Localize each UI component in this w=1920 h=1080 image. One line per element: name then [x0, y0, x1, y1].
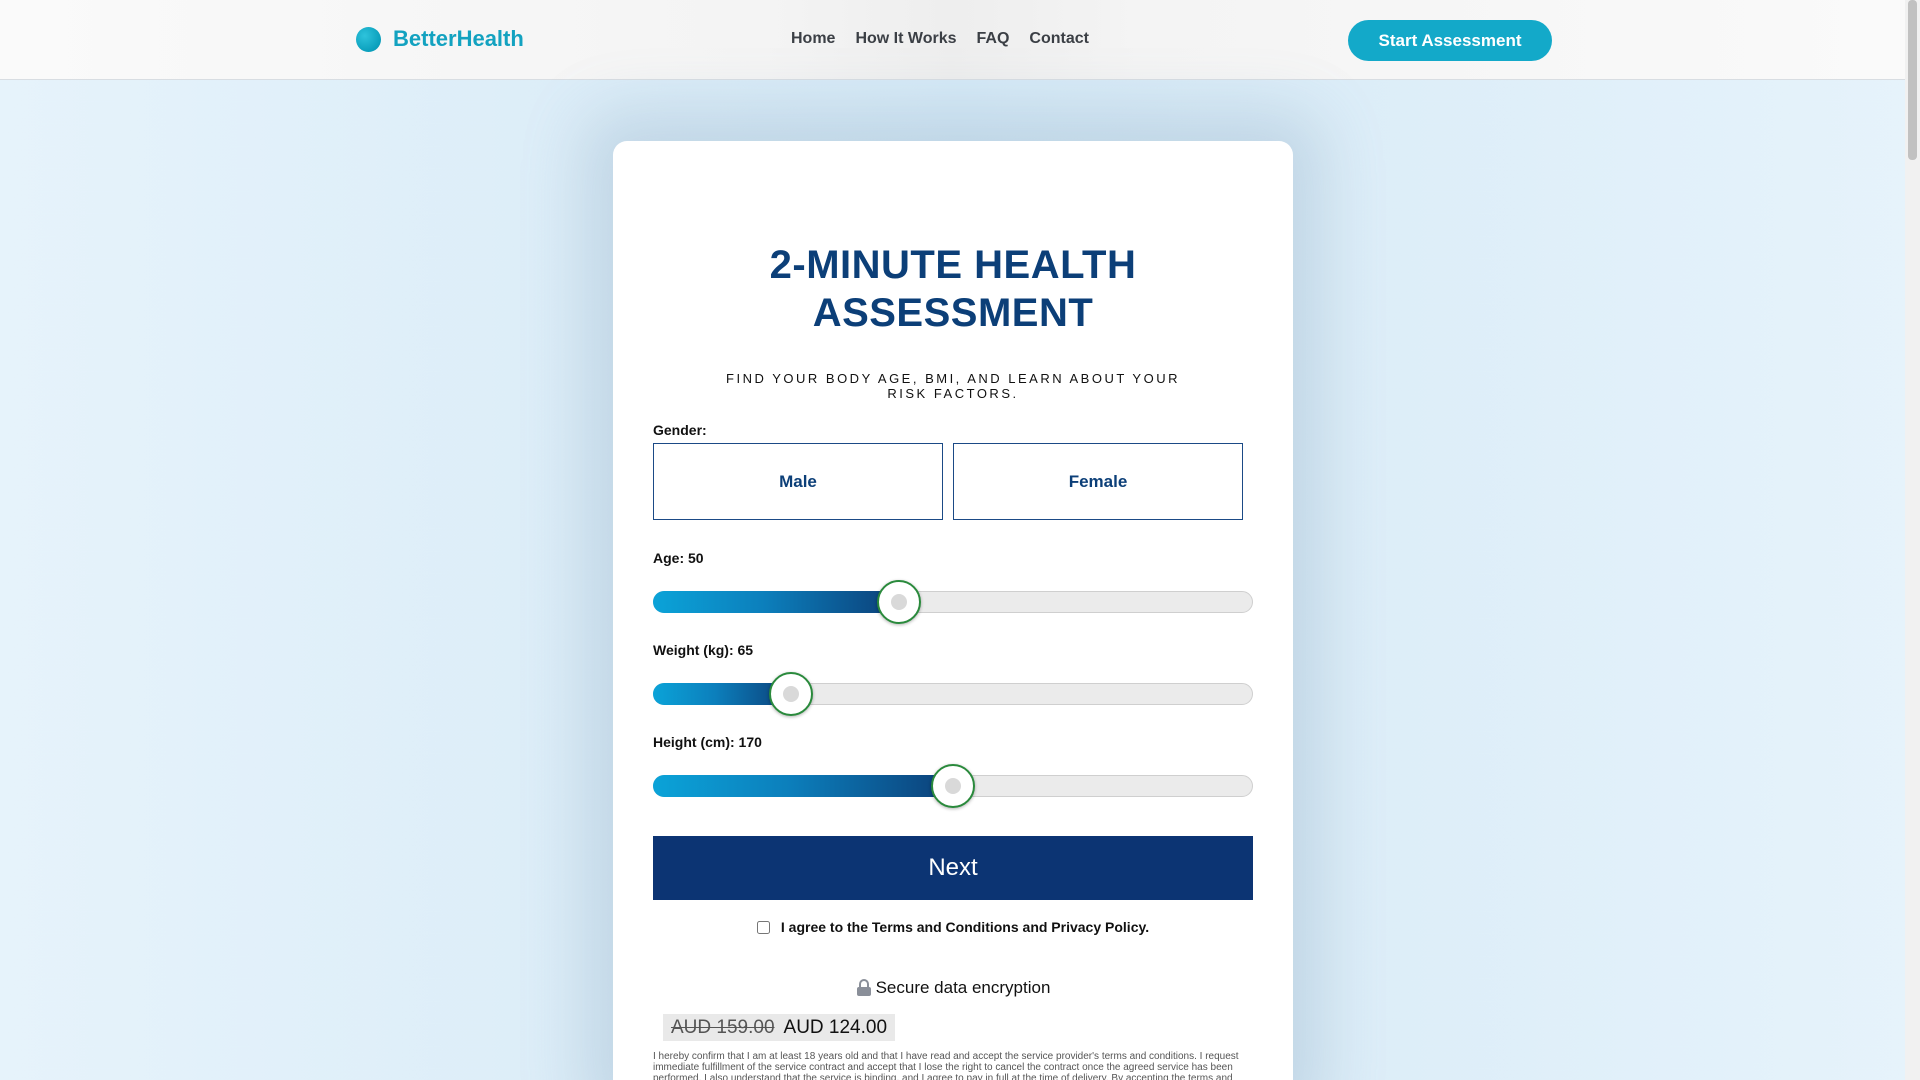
page-subtitle: FIND YOUR BODY AGE, BMI, AND LEARN ABOUT…: [726, 371, 1180, 401]
logo-dot-icon: [356, 26, 381, 52]
assessment-card: 2-MINUTE HEALTH ASSESSMENT FIND YOUR BOD…: [613, 141, 1293, 1080]
age-label: Age: 50: [653, 550, 704, 566]
next-button[interactable]: Next: [653, 836, 1253, 900]
price-box: AUD 159.00 AUD 124.00: [663, 1014, 896, 1041]
height-label: Height (cm): 170: [653, 734, 762, 750]
weight-slider-thumb[interactable]: [769, 672, 813, 716]
price-new: AUD 124.00: [783, 1016, 888, 1038]
terms-label: I agree to the Terms and Conditions and …: [780, 919, 1150, 935]
nav-home[interactable]: Home: [791, 30, 835, 48]
age-slider[interactable]: [653, 580, 1253, 624]
page-scrollbar[interactable]: [1905, 0, 1920, 1080]
age-slider-thumb[interactable]: [877, 580, 921, 624]
nav-faq[interactable]: FAQ: [977, 30, 1010, 48]
height-slider-thumb[interactable]: [931, 764, 975, 808]
scrollbar-thumb[interactable]: [1908, 0, 1917, 160]
gender-female-button[interactable]: Female: [953, 443, 1243, 520]
price-old: AUD 159.00: [671, 1016, 775, 1038]
gender-male-button[interactable]: Male: [653, 443, 943, 520]
title-line-2: ASSESSMENT: [812, 291, 1094, 335]
page-title: 2-MINUTE HEALTH ASSESSMENT: [613, 241, 1293, 337]
height-slider-fill: [653, 775, 953, 797]
height-slider[interactable]: [653, 764, 1253, 808]
secure-text: Secure data encryption: [875, 978, 1051, 997]
brand-name: BetterHealth: [393, 26, 524, 51]
lock-icon: [856, 979, 871, 996]
weight-label: Weight (kg): 65: [653, 642, 754, 658]
nav-contact[interactable]: Contact: [1029, 30, 1089, 48]
terms-checkbox[interactable]: [756, 920, 770, 934]
site-header: BetterHealth Home How It Works FAQ Conta…: [0, 0, 1905, 80]
terms-agreement[interactable]: I agree to the Terms and Conditions and …: [613, 919, 1293, 935]
start-assessment-button[interactable]: Start Assessment: [1348, 20, 1552, 61]
gender-label: Gender:: [653, 422, 707, 438]
age-slider-fill: [653, 591, 899, 613]
fine-print: I hereby confirm that I am at least 18 y…: [653, 1051, 1239, 1080]
weight-slider[interactable]: [653, 672, 1253, 716]
main-nav: Home How It Works FAQ Contact: [791, 30, 1089, 48]
secure-note: Secure data encryption: [613, 978, 1293, 998]
nav-how-it-works[interactable]: How It Works: [855, 30, 956, 48]
brand-logo[interactable]: BetterHealth: [356, 26, 524, 52]
title-line-1: 2-MINUTE HEALTH: [769, 243, 1137, 287]
